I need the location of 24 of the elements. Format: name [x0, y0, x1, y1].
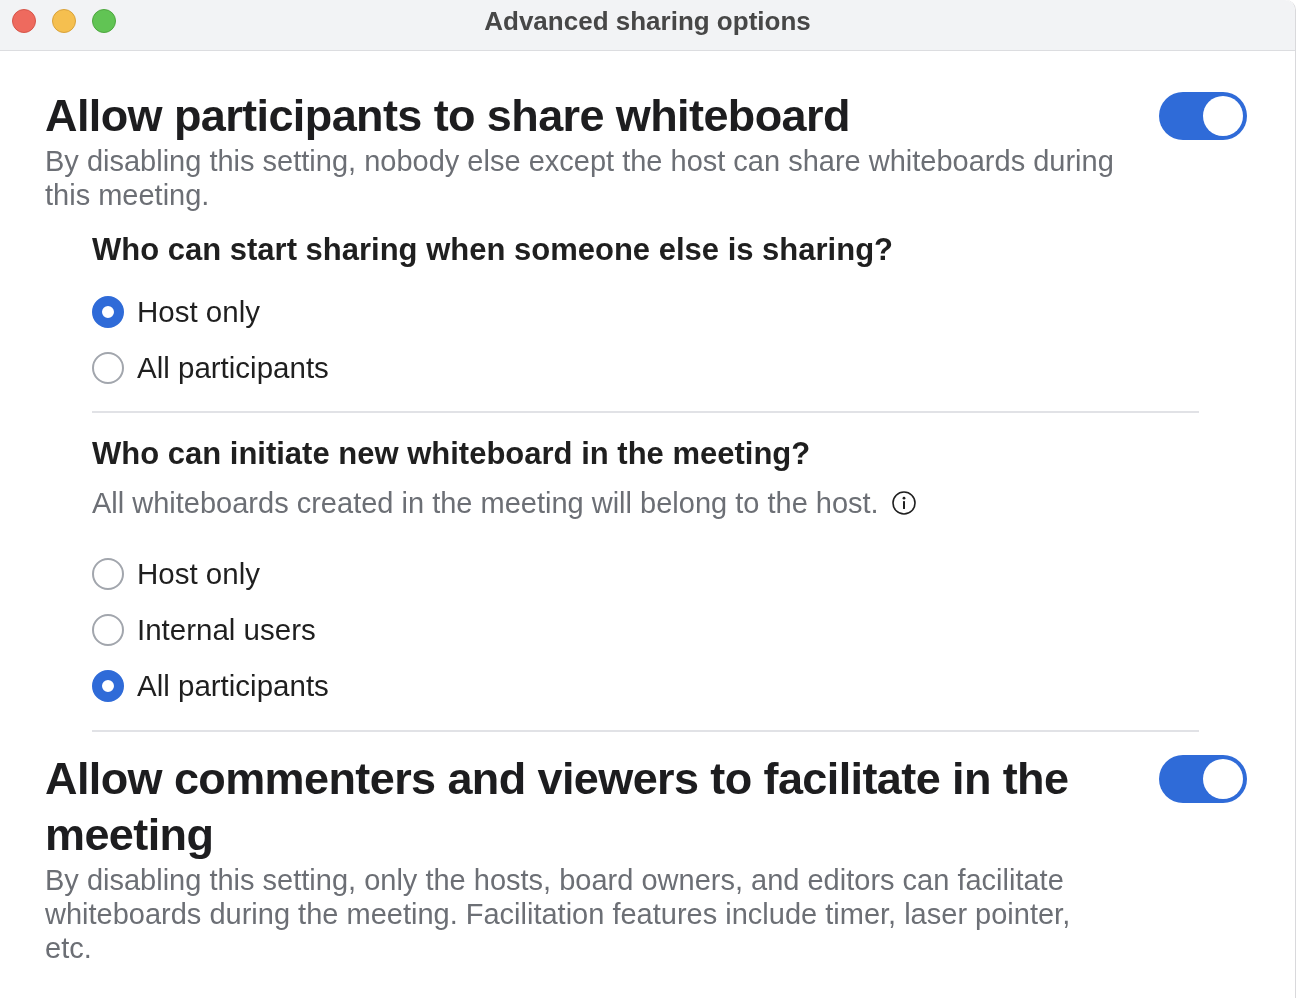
window-title: Advanced sharing options — [484, 5, 811, 37]
minimize-button[interactable] — [52, 9, 76, 33]
radio-label[interactable]: Host only — [137, 294, 260, 330]
radio-label[interactable]: Host only — [137, 556, 260, 592]
close-button[interactable] — [12, 9, 36, 33]
radio-label[interactable]: Internal users — [137, 612, 316, 648]
toggle-switch[interactable] — [1159, 92, 1247, 140]
radio-label[interactable]: All participants — [137, 668, 329, 704]
radio-label[interactable]: All participants — [137, 350, 329, 386]
radio-button[interactable] — [92, 614, 124, 646]
question-note: All whiteboards created in the meeting will belong to the host. — [92, 486, 879, 520]
question-heading: Who can initiate new whiteboard in the meeting? — [92, 435, 812, 473]
zoom-button[interactable] — [92, 9, 116, 33]
info-icon[interactable] — [891, 491, 916, 515]
toggle-switch[interactable] — [1159, 755, 1247, 803]
setting-description: By disabling this setting, nobody else except the host can share whiteboards during this meeting. — [45, 144, 1115, 212]
radio-button[interactable] — [92, 670, 124, 702]
radio-button[interactable] — [92, 296, 124, 328]
radio-button[interactable] — [92, 352, 124, 384]
setting-title: Allow commenters and viewers to facilitate in the meeting — [45, 752, 1070, 862]
radio-button[interactable] — [92, 558, 124, 590]
question-heading: Who can start sharing when someone else is sharing? — [92, 231, 895, 269]
setting-title: Allow participants to share whiteboard — [45, 89, 851, 143]
setting-description: By disabling this setting, only the hosts, board owners, and editors can facilitate whiteboards during the meeting. Facilitation features include timer, laser pointer, etc. — [45, 863, 1072, 965]
